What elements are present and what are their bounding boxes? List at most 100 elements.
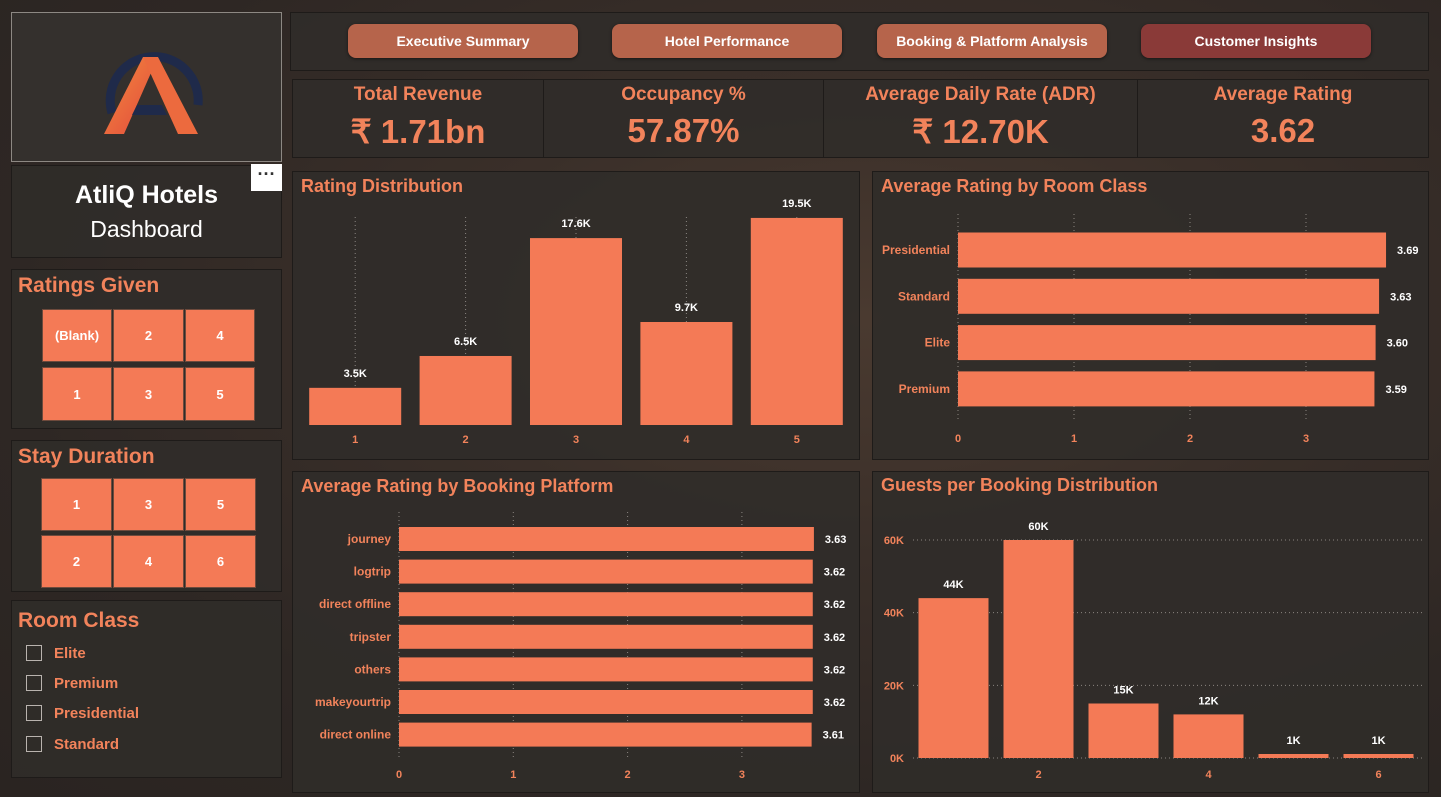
- app-subtitle: Dashboard: [90, 216, 203, 242]
- data-label: 3.62: [824, 567, 845, 579]
- kpi-value: ₹ 1.71bn: [350, 113, 486, 150]
- option-label: Standard: [54, 735, 120, 753]
- x-tick-label: 1: [352, 434, 358, 446]
- ratings-given-slicer: Ratings Given (Blank) 2 4 1 3 5: [11, 269, 282, 429]
- platform-rating-chart: Average Rating by Booking Platform 0123j…: [292, 471, 860, 793]
- category-label: logtrip: [354, 565, 391, 579]
- room-class-option-presidential[interactable]: Presidential: [26, 702, 139, 724]
- data-label: 60K: [1028, 521, 1048, 533]
- data-label: 6.5K: [454, 336, 477, 348]
- kpi-label: Average Rating: [1213, 84, 1353, 105]
- x-tick-label: 4: [1205, 769, 1212, 781]
- platform-rating-svg: 0 1 2 3 journey 3.63 logtrip 3.62 direct offline…: [315, 512, 846, 781]
- room-class-option-standard[interactable]: Standard: [26, 733, 119, 755]
- x-tick-label: 2: [625, 769, 631, 781]
- data-label: 1K: [1371, 735, 1385, 747]
- bar-Standard: [958, 278, 1380, 314]
- room-class-rating-chart: Average Rating by Room Class 0 1 2 3 Preside…: [872, 171, 1429, 460]
- kpi-value: ₹ 12.70K: [912, 113, 1049, 150]
- stay-tile-5[interactable]: 5: [185, 478, 256, 531]
- data-label: 3.62: [824, 664, 845, 676]
- bar-1: [309, 387, 402, 425]
- data-label: 3.62: [824, 697, 845, 709]
- data-label: 3.69: [1397, 245, 1418, 257]
- category-label: direct online: [320, 728, 392, 742]
- bar-3: [530, 238, 622, 425]
- bar-1: [918, 598, 989, 758]
- checkbox[interactable]: [26, 705, 42, 721]
- kpi-adr: Average Daily Rate (ADR) ₹ 12.70K: [823, 79, 1138, 158]
- rating-tile-2[interactable]: 2: [113, 309, 184, 362]
- bar-6: [1343, 754, 1414, 758]
- bar-journey: [399, 527, 814, 551]
- category-label: Premium: [899, 382, 950, 396]
- rating-distribution-svg: 3.5K 1 6.5K 2 17.6K 3 9.7K 4 19.5K 5: [309, 198, 843, 446]
- checkbox[interactable]: [26, 675, 42, 691]
- kpi-occupancy: Occupancy % 57.87%: [543, 79, 824, 158]
- bar-4: [1173, 714, 1244, 758]
- data-label: 3.62: [824, 632, 845, 644]
- x-tick-label: 2: [1187, 433, 1193, 445]
- atliq-logo-icon: [104, 52, 203, 134]
- stay-tile-1[interactable]: 1: [41, 478, 112, 531]
- tab-booking-platform-analysis[interactable]: Booking & Platform Analysis: [877, 24, 1107, 58]
- category-label: makeyourtrip: [315, 695, 391, 709]
- bar-makeyourtrip: [399, 690, 813, 714]
- data-label: 3.61: [823, 730, 844, 742]
- bar-5: [750, 217, 843, 425]
- bar-2: [1003, 540, 1074, 758]
- rating-tile-5[interactable]: 5: [185, 367, 255, 421]
- data-label: 19.5K: [782, 198, 811, 210]
- option-label: Premium: [54, 674, 119, 692]
- data-label: 3.63: [1390, 291, 1411, 303]
- rating-tile-4[interactable]: 4: [185, 309, 255, 362]
- bar-Premium: [958, 371, 1375, 407]
- stay-tile-4[interactable]: 4: [113, 535, 184, 588]
- x-tick-label: 3: [1303, 433, 1309, 445]
- data-label: 44K: [943, 579, 963, 591]
- bar-direct-offline: [399, 592, 813, 617]
- category-label: direct offline: [319, 597, 391, 611]
- rating-tile-blank[interactable]: (Blank): [42, 309, 112, 362]
- x-tick-label: 4: [683, 434, 690, 446]
- room-class-option-premium[interactable]: Premium: [26, 672, 118, 694]
- guests-per-booking-svg: 0K 20K 40K 60K 44K 60K 2 15K 12K 4 1K 1K 6: [884, 521, 1423, 781]
- more-options-button[interactable]: ···: [251, 164, 282, 191]
- category-label: journey: [347, 532, 392, 546]
- checkbox[interactable]: [26, 736, 42, 752]
- tab-customer-insights[interactable]: Customer Insights: [1141, 24, 1371, 58]
- x-tick-label: 5: [794, 434, 800, 446]
- y-tick-label: 40K: [884, 608, 904, 620]
- rating-tile-3[interactable]: 3: [113, 367, 184, 421]
- room-class-option-elite[interactable]: Elite: [26, 642, 86, 664]
- bar-4: [640, 321, 733, 425]
- stay-tile-3[interactable]: 3: [113, 478, 184, 531]
- room-class-slicer: Room Class Elite Premium Presidential St…: [11, 600, 282, 778]
- stay-duration-title: Stay Duration: [18, 445, 155, 468]
- kpi-value: 3.62: [1250, 112, 1316, 149]
- bar-direct-online: [399, 722, 812, 747]
- ratings-given-title: Ratings Given: [18, 274, 160, 297]
- bar-tripster: [399, 624, 813, 649]
- data-label: 3.62: [824, 599, 845, 611]
- category-label: others: [354, 662, 391, 676]
- x-tick-label: 1: [510, 769, 516, 781]
- stay-tile-2[interactable]: 2: [41, 535, 112, 588]
- option-label: Presidential: [54, 704, 140, 722]
- stay-tile-6[interactable]: 6: [185, 535, 256, 588]
- logo-panel: [11, 12, 282, 162]
- x-tick-label: 6: [1375, 769, 1381, 781]
- data-label: 3.59: [1385, 384, 1406, 396]
- x-tick-label: 2: [1035, 769, 1041, 781]
- data-label: 15K: [1113, 685, 1133, 697]
- kpi-label: Total Revenue: [353, 84, 483, 105]
- bar-3: [1088, 703, 1159, 758]
- category-label: tripster: [350, 630, 392, 644]
- tab-executive-summary[interactable]: Executive Summary: [348, 24, 578, 58]
- data-label: 1K: [1286, 735, 1300, 747]
- checkbox[interactable]: [26, 645, 42, 661]
- tab-hotel-performance[interactable]: Hotel Performance: [612, 24, 842, 58]
- rating-tile-1[interactable]: 1: [42, 367, 112, 421]
- data-label: 17.6K: [561, 218, 590, 230]
- guests-per-booking-chart: Guests per Booking Distribution 0K 20K 40K…: [872, 471, 1429, 793]
